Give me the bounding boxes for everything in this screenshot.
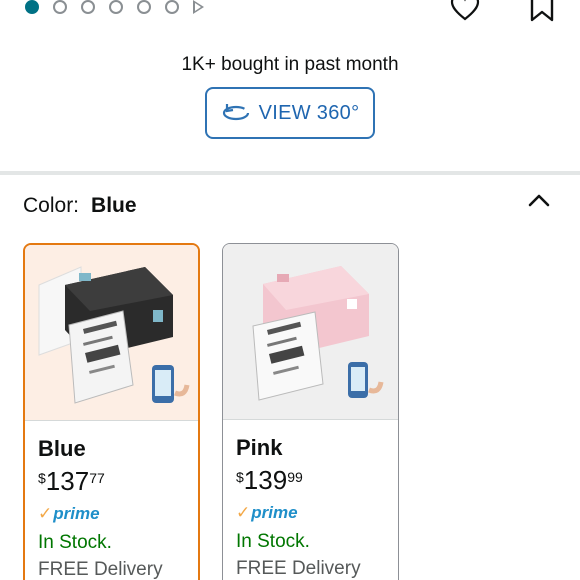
- rotate-360-icon: [222, 104, 249, 121]
- printer-image: [38, 266, 190, 404]
- variant-name: Pink: [236, 435, 283, 460]
- color-label: Color:: [23, 194, 80, 217]
- carousel-dot-3[interactable]: [81, 0, 95, 14]
- view-360-label: VIEW 360°: [258, 101, 360, 124]
- variant-price: $ 139 99: [236, 466, 303, 494]
- section-divider: [0, 171, 580, 175]
- prime-badge: ✓ prime: [236, 503, 298, 523]
- carousel-dot-4[interactable]: [109, 0, 123, 14]
- variant-card-pink[interactable]: Pink $ 139 99 ✓ prime In Stock. FREE Del…: [222, 243, 399, 580]
- price-fraction: 77: [89, 470, 105, 486]
- chevron-up-icon[interactable]: [527, 190, 551, 210]
- printer-image: [252, 266, 384, 401]
- carousel-dot-1[interactable]: [25, 0, 39, 14]
- carousel-dot-6[interactable]: [165, 0, 179, 14]
- delivery-info: FREE Delivery: [38, 559, 163, 580]
- delivery-info: FREE Delivery: [236, 558, 361, 579]
- variant-card-blue[interactable]: Blue $ 137 77 ✓ prime In Stock. FREE Del…: [23, 243, 200, 580]
- price-whole: 139: [243, 465, 288, 495]
- bookmark-icon[interactable]: [529, 0, 555, 22]
- variant-price: $ 137 77: [38, 467, 105, 495]
- variant-name: Blue: [38, 436, 86, 461]
- carousel-dot-2[interactable]: [53, 0, 67, 14]
- selected-color-value: Blue: [91, 194, 137, 217]
- price-symbol: $: [236, 469, 244, 485]
- carousel-dots: [25, 0, 204, 14]
- prime-check-icon: ✓: [236, 503, 251, 522]
- heart-icon[interactable]: [450, 0, 480, 22]
- price-whole: 137: [45, 466, 90, 496]
- bought-in-past-month: 1K+ bought in past month: [181, 54, 399, 75]
- variant-image-pink: [223, 244, 398, 420]
- prime-check-icon: ✓: [38, 504, 53, 523]
- view-360-button[interactable]: VIEW 360°: [205, 87, 375, 139]
- prime-label: prime: [53, 504, 100, 523]
- color-selector-heading: Color: Blue: [23, 194, 137, 218]
- variant-image-blue: [25, 245, 198, 421]
- play-icon[interactable]: [193, 0, 204, 14]
- prime-label: prime: [251, 503, 298, 522]
- image-carousel-controls: [0, 0, 580, 24]
- carousel-dot-5[interactable]: [137, 0, 151, 14]
- stock-status: In Stock.: [38, 532, 112, 553]
- price-fraction: 99: [287, 469, 303, 485]
- prime-badge: ✓ prime: [38, 504, 100, 524]
- stock-status: In Stock.: [236, 531, 310, 552]
- price-symbol: $: [38, 470, 46, 486]
